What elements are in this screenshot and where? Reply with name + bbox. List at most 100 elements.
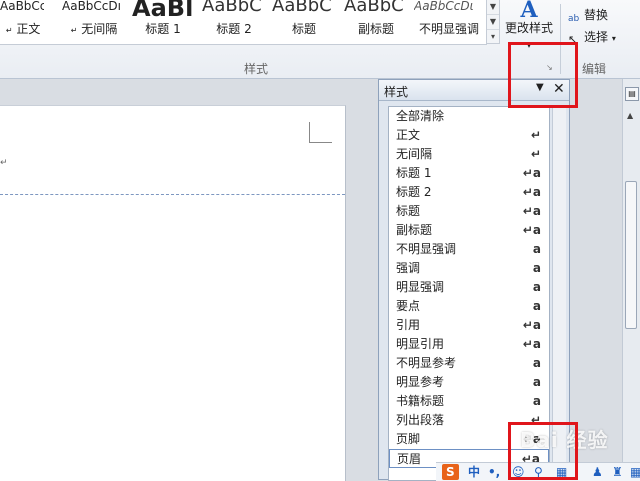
style-type-icon: ↵a xyxy=(522,337,541,351)
style-list-item-label: 标题 2 xyxy=(396,185,432,199)
style-list-item[interactable]: 书籍标题 a xyxy=(389,392,549,411)
style-type-icon: ↵a xyxy=(522,166,541,180)
highlight-box-bottom xyxy=(508,422,578,480)
style-list-item-label: 副标题 xyxy=(396,223,433,237)
style-sample: AaBbC xyxy=(272,0,332,16)
style-list-item-label: 明显引用 xyxy=(396,337,445,351)
style-type-icon: a xyxy=(532,280,541,294)
quick-styles-gallery: AaBbCcDı ↵ 正文 AaBbCcDı ↵ 无间隔 AaBl 标题 1 A… xyxy=(0,0,487,45)
highlight-box-top xyxy=(508,42,578,108)
replace-label: 替换 xyxy=(584,8,609,22)
style-tile-subtle-emphasis[interactable]: AaBbCcDι 不明显强调 xyxy=(414,0,484,44)
style-name: 标题 1 xyxy=(145,22,181,36)
style-list-item-label: 列出段落 xyxy=(396,413,445,427)
style-list-item-label: 明显参考 xyxy=(396,375,445,389)
style-list-item[interactable]: 不明显强调 a xyxy=(389,240,549,259)
change-styles-icon: A xyxy=(520,0,538,23)
style-list-item[interactable]: 引用 ↵a xyxy=(389,316,549,335)
style-tile-no-spacing[interactable]: AaBbCcDı ↵ 无间隔 xyxy=(62,0,126,44)
style-list-item-label: 书籍标题 xyxy=(396,394,445,408)
style-list-item-label: 无间隔 xyxy=(396,147,433,161)
style-list-item[interactable]: 无间隔 ↵ xyxy=(389,145,549,164)
chevron-down-icon[interactable]: ▼ xyxy=(487,15,499,30)
style-list-item-label: 全部清除 xyxy=(396,109,445,123)
style-list-item-label: 引用 xyxy=(396,318,421,332)
style-list-item-label: 不明显强调 xyxy=(396,242,457,256)
style-sample: AaBl xyxy=(132,0,194,22)
style-type-icon: ↵a xyxy=(522,204,541,218)
header-boundary-line xyxy=(0,194,345,195)
style-list-item-label: 要点 xyxy=(396,299,421,313)
style-list-item[interactable]: 不明显参考 a xyxy=(389,354,549,373)
margin-corner-mark xyxy=(309,122,332,143)
style-list-item-label: 页脚 xyxy=(396,432,421,446)
style-list-item[interactable]: 要点 a xyxy=(389,297,549,316)
style-type-icon: a xyxy=(532,394,541,408)
ime-punctuation-toggle[interactable]: •, xyxy=(488,464,500,480)
style-type-icon: a xyxy=(532,242,541,256)
style-sample: AaBbCcDı xyxy=(62,0,121,13)
style-name: ↵ 正文 xyxy=(5,22,41,36)
styles-group-label: 样式 xyxy=(244,62,269,76)
style-type-icon: ↵ xyxy=(530,147,541,161)
style-list-item-label: 强调 xyxy=(396,261,421,275)
ruler-toggle-icon[interactable]: ▤ xyxy=(625,87,639,101)
scroll-up-icon[interactable]: ▲ xyxy=(627,111,633,120)
replace-icon: ab xyxy=(568,14,580,24)
style-list-item[interactable]: 明显引用 ↵a xyxy=(389,335,549,354)
style-list-item-label: 不明显参考 xyxy=(396,356,457,370)
style-type-icon: a xyxy=(532,356,541,370)
document-page[interactable]: ↵ xyxy=(0,105,346,481)
style-list-item[interactable]: 明显参考 a xyxy=(389,373,549,392)
style-tile-normal[interactable]: AaBbCcDı ↵ 正文 xyxy=(0,0,44,44)
styles-pane: 样式 ▼ ✕ 全部清除 正文 ↵ 无间隔 ↵ 标题 1 ↵a 标题 2 ↵a 标题 ↵a 副标题 ↵a 不… xyxy=(378,79,570,481)
paragraph-mark: ↵ xyxy=(0,158,8,168)
style-list-item[interactable]: 强调 a xyxy=(389,259,549,278)
style-list-item[interactable]: 标题 1 ↵a xyxy=(389,164,549,183)
user-icon[interactable]: ♟ xyxy=(592,464,603,480)
style-sample: AaBbC xyxy=(202,0,262,16)
scroll-thumb[interactable] xyxy=(625,181,637,329)
ime-logo-icon[interactable]: S xyxy=(442,464,459,480)
style-list-item[interactable]: 明显强调 a xyxy=(389,278,549,297)
style-name: ↵ 无间隔 xyxy=(70,22,118,36)
style-list-item-label: 明显强调 xyxy=(396,280,445,294)
document-scrollbar[interactable]: ▤ ▲ xyxy=(622,79,640,480)
style-list-item[interactable]: 副标题 ↵a xyxy=(389,221,549,240)
style-sample: AaBbCcDι xyxy=(414,0,474,13)
style-tile-title[interactable]: AaBbC 标题 xyxy=(272,0,336,44)
style-list-item[interactable]: 标题 ↵a xyxy=(389,202,549,221)
more-icon[interactable]: ▾ xyxy=(487,30,499,44)
style-type-icon: ↵a xyxy=(522,223,541,237)
style-tile-heading-1[interactable]: AaBl 标题 1 xyxy=(132,0,194,44)
shirt-icon[interactable]: ♜ xyxy=(612,464,623,480)
style-list-item-label: 标题 1 xyxy=(396,166,432,180)
style-name: 标题 xyxy=(291,22,316,36)
style-type-icon: a xyxy=(532,261,541,275)
style-type-icon: ↵a xyxy=(522,185,541,199)
style-list-item[interactable]: 正文 ↵ xyxy=(389,126,549,145)
style-sample: AaBbCcDı xyxy=(0,0,44,13)
style-name: 标题 2 xyxy=(216,22,252,36)
style-list-item[interactable]: 标题 2 ↵a xyxy=(389,183,549,202)
replace-button[interactable]: ab 替换 xyxy=(568,6,608,26)
grid-icon[interactable]: ▦ xyxy=(630,464,640,480)
style-sample: AaBbC xyxy=(344,0,404,16)
style-list-item-label: 标题 xyxy=(396,204,421,218)
ime-language-toggle[interactable]: 中 xyxy=(468,464,480,480)
select-label: 选择 xyxy=(584,30,609,44)
style-tile-subtitle[interactable]: AaBbC 副标题 xyxy=(344,0,408,44)
style-list-item-label: 正文 xyxy=(396,128,421,142)
gallery-scroll[interactable]: ▼ ▼ ▾ xyxy=(486,0,500,44)
edit-group-label: 编辑 xyxy=(582,62,607,76)
style-type-icon: a xyxy=(532,299,541,313)
style-type-icon: ↵ xyxy=(530,128,541,142)
style-type-icon: ↵a xyxy=(522,318,541,332)
styles-pane-title: 样式 xyxy=(384,85,409,99)
style-list-item-label: 页眉 xyxy=(397,452,422,466)
style-list-item[interactable]: 全部清除 xyxy=(389,107,549,126)
style-tile-heading-2[interactable]: AaBbC 标题 2 xyxy=(202,0,266,44)
style-name: 副标题 xyxy=(357,22,394,36)
style-type-icon: a xyxy=(532,375,541,389)
chevron-down-icon[interactable]: ▼ xyxy=(487,0,499,15)
